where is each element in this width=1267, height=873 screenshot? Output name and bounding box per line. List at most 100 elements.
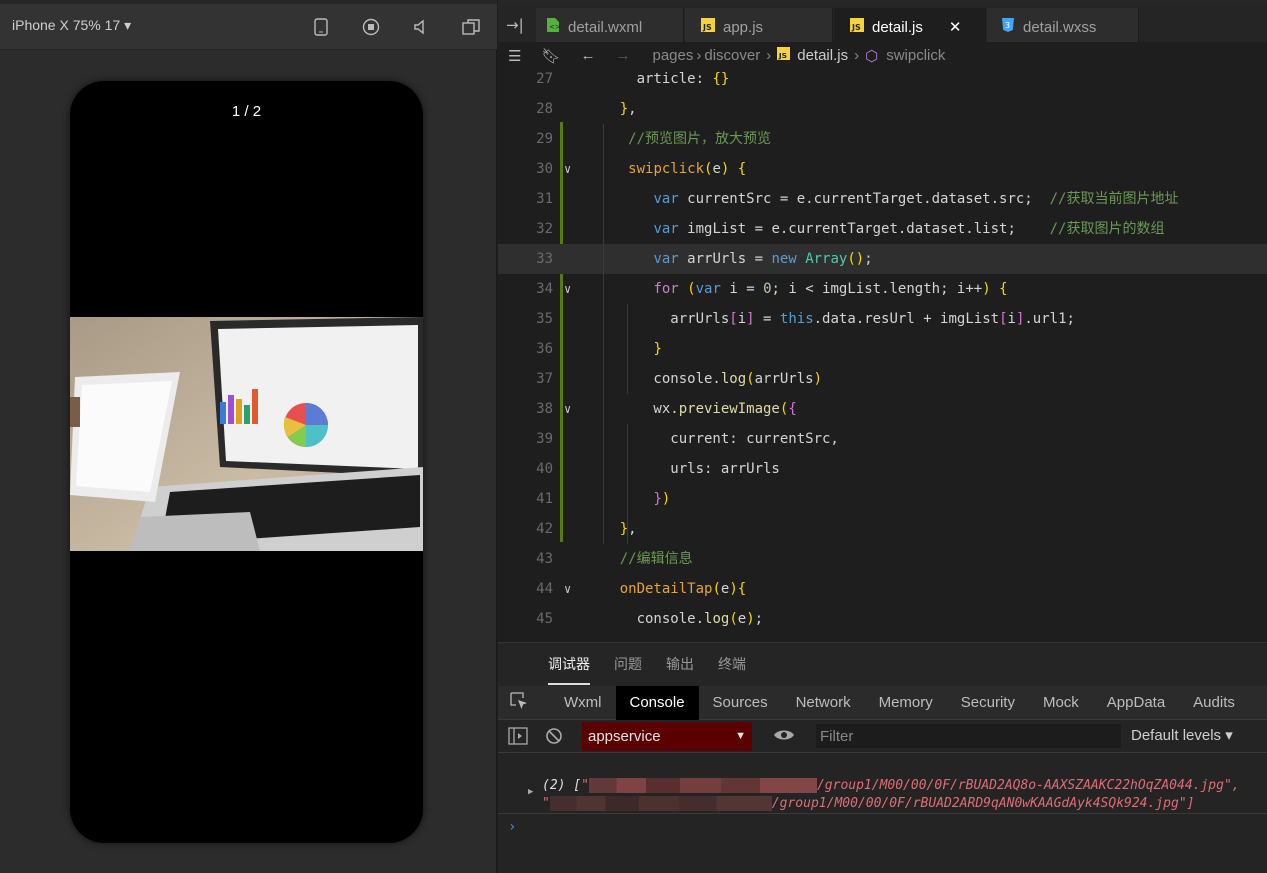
breadcrumb-separator: › — [696, 47, 702, 64]
sidebar-toggle-icon[interactable] — [508, 727, 528, 750]
tab-problems[interactable]: 问题 — [614, 643, 642, 687]
breadcrumb-symbol[interactable]: swipclick — [886, 47, 945, 64]
devtools-tab-wxml[interactable]: Wxml — [550, 686, 616, 720]
console-log-entry[interactable]: ▶ (2) ["/group1/M00/00/0F/rBUAD2AQ8o-AAX… — [528, 777, 1263, 813]
code-line[interactable]: 33 var arrUrls = new Array(); — [498, 244, 1267, 274]
back-arrow-icon[interactable]: ← — [581, 47, 596, 64]
tab-detail-js[interactable]: JS detail.js ✕ — [834, 8, 986, 46]
line-number: 29 — [536, 131, 553, 147]
svg-text:3: 3 — [1005, 21, 1010, 30]
fold-chevron-icon[interactable]: ∨ — [564, 274, 571, 304]
indent-guide — [603, 124, 604, 544]
line-number: 30 — [536, 161, 553, 177]
console-toolbar: appservice ▼ Default levels ▾ — [498, 720, 1267, 753]
line-number: 40 — [536, 461, 553, 477]
phone-screen: 1 / 2 — [70, 81, 423, 843]
line-number: 39 — [536, 431, 553, 447]
redacted-host — [549, 796, 772, 811]
code-text: urls: arrUrls — [586, 461, 780, 477]
svg-text:JS: JS — [851, 23, 861, 32]
console-prompt[interactable]: › — [508, 819, 516, 835]
code-line[interactable]: 32 var imgList = e.currentTarget.dataset… — [498, 214, 1267, 244]
code-line[interactable]: 36 } — [498, 334, 1267, 364]
code-line[interactable]: 37 console.log(arrUrls) — [498, 364, 1267, 394]
code-line[interactable]: 34 ∨ for (var i = 0; i < imgList.length; … — [498, 274, 1267, 304]
toggle-sidebar-icon[interactable]: →| — [506, 16, 524, 34]
eye-icon[interactable] — [773, 725, 795, 750]
preview-image[interactable] — [70, 317, 423, 551]
panel-tab-bar: 调试器 问题 输出 终端 — [498, 642, 1267, 686]
devtools-tab-console[interactable]: Console — [615, 685, 699, 720]
breadcrumb-pages[interactable]: pages — [653, 47, 694, 64]
close-tab-icon[interactable]: ✕ — [949, 18, 962, 36]
devtools-tab-appdata[interactable]: AppData — [1093, 686, 1179, 720]
console-output: ▶ (2) ["/group1/M00/00/0F/rBUAD2AQ8o-AAX… — [498, 753, 1267, 873]
tab-terminal[interactable]: 终端 — [718, 643, 746, 687]
code-text: //编辑信息 — [619, 551, 693, 567]
code-line[interactable]: 29 //预览图片，放大预览 — [498, 124, 1267, 154]
log-url-2: /group1/M00/00/0F/rBUAD2ARD9qAN0wKAAGdAy… — [771, 796, 1195, 811]
tab-detail-wxml[interactable]: <> detail.wxml — [536, 8, 684, 46]
divider — [498, 813, 1267, 814]
fold-chevron-icon[interactable]: ∨ — [564, 154, 571, 184]
code-line[interactable]: 42 }, — [498, 514, 1267, 544]
code-line[interactable]: 31 var currentSrc = e.currentTarget.data… — [498, 184, 1267, 214]
breadcrumb-file[interactable]: detail.js — [797, 47, 848, 64]
devtools-tab-memory[interactable]: Memory — [865, 686, 947, 720]
line-number: 41 — [536, 491, 553, 507]
devtools-tab-security[interactable]: Security — [947, 686, 1029, 720]
line-number: 44 — [536, 581, 553, 597]
list-icon[interactable]: ☰ — [508, 47, 521, 65]
tab-output[interactable]: 输出 — [666, 643, 694, 687]
code-line[interactable]: 43 //编辑信息 — [498, 544, 1267, 574]
code-text: }) — [653, 491, 671, 507]
expand-arrow-icon[interactable]: ▶ — [528, 783, 533, 801]
devtools-tab-audits[interactable]: Audits — [1179, 686, 1249, 720]
code-editor[interactable]: 27 article: {} 28 }, 29 //预览图片，放大预览 30 ∨ swi… — [498, 64, 1267, 642]
code-text: wx.previewImage({ — [586, 401, 797, 417]
log-url-1: /group1/M00/00/0F/rBUAD2AQ8o-AAXSZAAKC22… — [816, 778, 1240, 793]
filter-input[interactable] — [816, 724, 1121, 748]
code-line[interactable]: 27 article: {} — [498, 64, 1267, 94]
code-text: var imgList = e.currentTarget.dataset.li… — [653, 221, 1165, 237]
devtools-tab-network[interactable]: Network — [782, 686, 865, 720]
code-line[interactable]: 38 ∨ wx.previewImage({ — [498, 394, 1267, 424]
devtools-tab-mock[interactable]: Mock — [1029, 686, 1093, 720]
tab-app-js[interactable]: JS app.js — [685, 8, 833, 46]
stop-icon[interactable] — [360, 16, 382, 38]
sound-icon[interactable] — [410, 16, 432, 38]
tab-debugger[interactable]: 调试器 — [548, 643, 590, 687]
indent-guide — [627, 304, 628, 394]
code-text: }, — [619, 521, 637, 537]
fold-chevron-icon[interactable]: ∨ — [564, 574, 571, 604]
inspect-element-icon[interactable] — [498, 691, 550, 714]
line-number: 37 — [536, 371, 553, 387]
line-number: 34 — [536, 281, 553, 297]
chevron-down-icon: ▼ — [735, 730, 746, 742]
bookmark-icon[interactable]: 🔖︎ — [541, 47, 560, 65]
editor-tab-bar: →| <> detail.wxml JS app.js JS detail.js… — [498, 0, 1267, 46]
forward-arrow-icon[interactable]: → — [616, 47, 631, 64]
code-line[interactable]: 44 ∨ onDetailTap(e){ — [498, 574, 1267, 604]
code-line[interactable]: 30 ∨ swipclick(e) { — [498, 154, 1267, 184]
line-number: 32 — [536, 221, 553, 237]
tab-detail-wxss[interactable]: 3 detail.wxss — [987, 8, 1139, 46]
code-text: for (var i = 0; i < imgList.length; i++)… — [653, 281, 1008, 297]
code-line[interactable]: 35 arrUrls[i] = this.data.resUrl + imgLi… — [498, 304, 1267, 334]
clear-console-icon[interactable] — [545, 727, 563, 750]
code-text: current: currentSrc, — [586, 431, 839, 447]
fold-chevron-icon[interactable]: ∨ — [564, 394, 571, 424]
device-select[interactable]: iPhone X 75% 17 ▾ — [12, 17, 131, 34]
code-line[interactable]: 45 console.log(e); — [498, 604, 1267, 634]
code-text: article: {} — [586, 71, 730, 87]
code-line[interactable]: 40 urls: arrUrls — [498, 454, 1267, 484]
code-line[interactable]: 41 }) — [498, 484, 1267, 514]
detach-window-icon[interactable] — [460, 16, 482, 38]
code-line[interactable]: 28 }, — [498, 94, 1267, 124]
context-select[interactable]: appservice ▼ — [582, 722, 752, 751]
log-levels-select[interactable]: Default levels ▾ — [1131, 726, 1233, 744]
breadcrumb-discover[interactable]: discover — [704, 47, 760, 64]
phone-icon[interactable] — [310, 16, 332, 38]
code-line[interactable]: 39 current: currentSrc, — [498, 424, 1267, 454]
devtools-tab-sources[interactable]: Sources — [699, 686, 782, 720]
